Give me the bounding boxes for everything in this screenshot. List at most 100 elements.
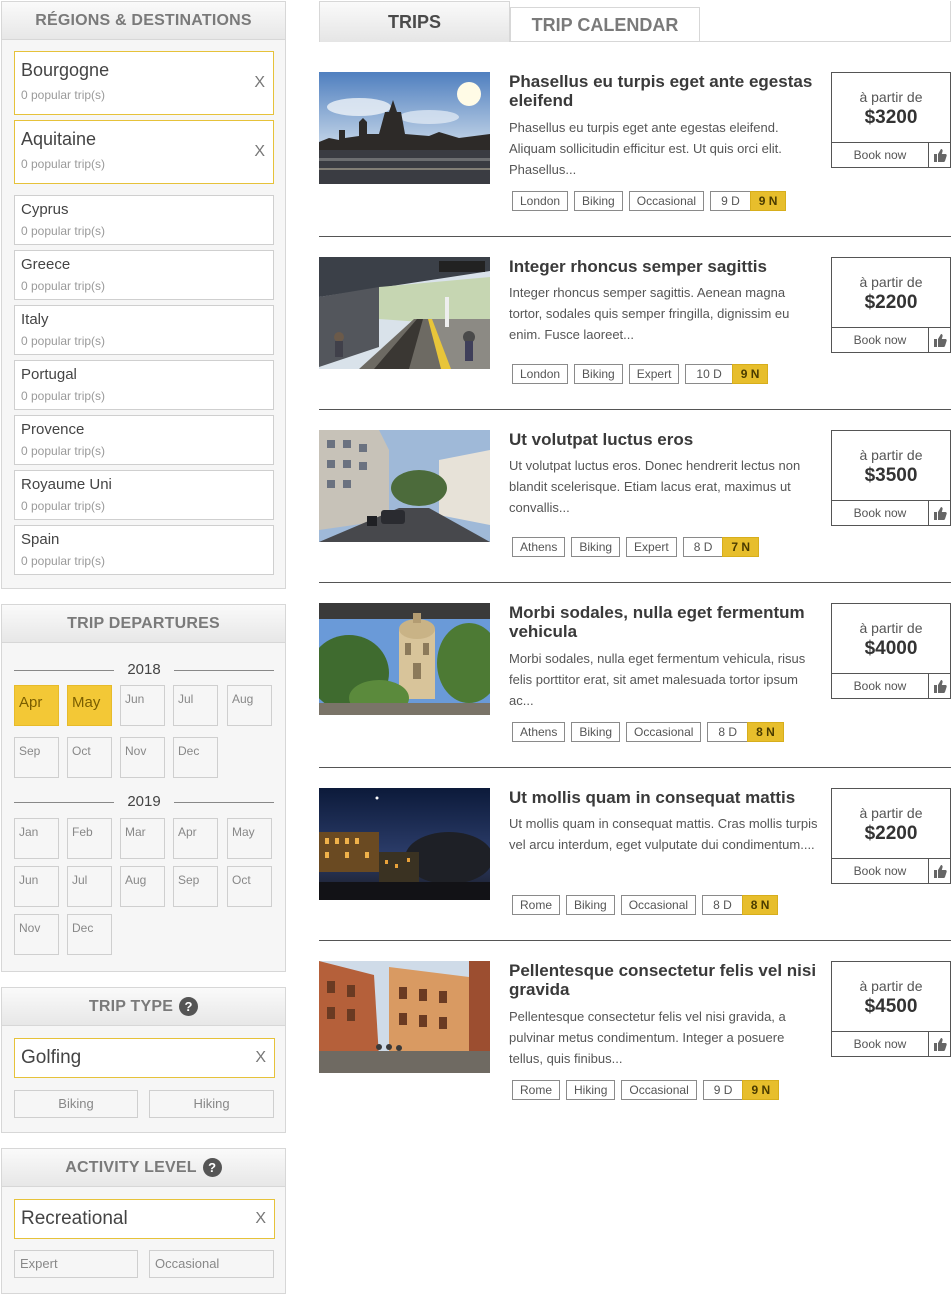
month-2018-aug[interactable]: Aug [227,685,272,726]
selected-trip-type[interactable]: Golfing X [14,1038,275,1078]
thumbs-up-icon[interactable] [928,328,950,352]
region-item-greece[interactable]: Greece 0 popular trip(s) [14,250,274,300]
trip-photo-athens-church[interactable] [319,603,490,715]
month-2018-sep[interactable]: Sep [14,737,59,778]
trip-photo-rome-piazza[interactable] [319,961,490,1073]
year-label: 2019 [121,793,167,810]
duration-nights: 9 N [742,1080,780,1100]
month-2019-jun[interactable]: Jun [14,866,59,907]
month-2019-jan[interactable]: Jan [14,818,59,859]
month-2018-dec[interactable]: Dec [173,737,218,778]
book-now-button[interactable]: Book now [832,1031,950,1056]
price-box: à partir de $3200 Book now [831,72,951,168]
duration-days: 8 D [702,895,742,915]
trip-card: Morbi sodales, nulla eget fermentum vehi… [319,603,951,768]
tab-trip-calendar[interactable]: TRIP CALENDAR [510,7,700,42]
thumbs-up-icon[interactable] [928,143,950,167]
trip-photo-london-thames[interactable] [319,72,490,184]
month-2019-aug[interactable]: Aug [120,866,165,907]
tag-city: Athens [512,537,566,557]
month-2018-apr[interactable]: Apr [14,685,59,726]
month-2019-feb[interactable]: Feb [67,818,112,859]
book-now-button[interactable]: Book now [832,673,950,698]
book-now-button[interactable]: Book now [832,500,950,525]
trip-title[interactable]: Pellentesque consectetur felis vel nisi … [509,961,819,999]
region-item-italy[interactable]: Italy 0 popular trip(s) [14,305,274,355]
trip-title[interactable]: Ut volutpat luctus eros [509,430,819,449]
tag-activity: Biking [571,537,621,557]
price-from-label: à partir de [859,274,923,290]
month-2019-jul[interactable]: Jul [67,866,112,907]
remove-trip-type-icon[interactable]: X [255,1049,266,1067]
tag-level: Occasional [621,1080,697,1100]
remove-activity-level-icon[interactable]: X [255,1210,266,1228]
trip-photo-train-station[interactable] [319,257,490,369]
activity-option-occasional[interactable]: Occasional [149,1250,274,1278]
thumbs-up-icon[interactable] [928,1032,950,1056]
selected-activity-level[interactable]: Recreational X [14,1199,275,1239]
month-2018-oct[interactable]: Oct [67,737,112,778]
remove-region-icon[interactable]: X [254,143,265,161]
month-2019-oct[interactable]: Oct [227,866,272,907]
month-2018-jul[interactable]: Jul [173,685,218,726]
trip-tags: Athens Biking Occasional 8 D 8 N [512,722,784,742]
regions-title: RÉGIONS & DESTINATIONS [2,2,285,40]
region-item-bourgogne[interactable]: Bourgogne 0 popular trip(s) X [14,51,274,115]
price-box: à partir de $2200 Book now [831,788,951,884]
price-amount: $4000 [864,638,918,659]
help-icon[interactable]: ? [179,997,199,1017]
thumbs-up-icon[interactable] [928,674,950,698]
price-box: à partir de $4000 Book now [831,603,951,699]
book-now-button[interactable]: Book now [832,858,950,883]
trip-photo-athens-street[interactable] [319,430,490,542]
trip-title[interactable]: Phasellus eu turpis eget ante egestas el… [509,72,819,110]
trip-title[interactable]: Integer rhoncus semper sagittis [509,257,819,276]
region-item-provence[interactable]: Provence 0 popular trip(s) [14,415,274,465]
tag-activity: Biking [566,895,615,915]
trip-duration: 8 D 8 N [707,722,784,742]
region-trip-count: 0 popular trip(s) [21,444,106,458]
month-2019-may[interactable]: May [227,818,272,859]
region-item-royaume-uni[interactable]: Royaume Uni 0 popular trip(s) [14,470,274,520]
tab-trips[interactable]: TRIPS [320,1,510,42]
region-item-cyprus[interactable]: Cyprus 0 popular trip(s) [14,195,274,245]
trip-card: Pellentesque consectetur felis vel nisi … [319,961,951,1111]
month-2019-dec[interactable]: Dec [67,914,112,955]
trip-card: Phasellus eu turpis eget ante egestas el… [319,72,951,237]
price-amount: $3200 [864,107,918,128]
month-2018-jun[interactable]: Jun [120,685,165,726]
trip-type-option-biking[interactable]: Biking [14,1090,138,1118]
region-item-spain[interactable]: Spain 0 popular trip(s) [14,525,274,575]
month-2019-sep[interactable]: Sep [173,866,218,907]
trip-separator [319,409,951,410]
month-2019-apr[interactable]: Apr [173,818,218,859]
help-icon[interactable]: ? [202,1158,222,1178]
year-divider-2019: 2019 [14,793,274,811]
book-now-button[interactable]: Book now [832,327,950,352]
tag-city: Rome [512,895,561,915]
trip-photo-rome-night[interactable] [319,788,490,900]
trip-separator [319,236,951,237]
book-now-label: Book now [853,679,907,693]
month-2019-nov[interactable]: Nov [14,914,59,955]
book-now-button[interactable]: Book now [832,142,950,167]
trip-title[interactable]: Morbi sodales, nulla eget fermentum vehi… [509,603,819,641]
activity-level-title: ACTIVITY LEVEL [65,1159,197,1176]
trip-type-option-hiking[interactable]: Hiking [149,1090,274,1118]
trip-duration: 8 D 8 N [702,895,779,915]
trip-title[interactable]: Ut mollis quam in consequat mattis [509,788,819,807]
month-2018-nov[interactable]: Nov [120,737,165,778]
activity-level-panel: ACTIVITY LEVEL? Recreational X Expert Oc… [1,1148,286,1294]
region-name: Provence [21,421,85,438]
month-2018-may[interactable]: May [67,685,112,726]
remove-region-icon[interactable]: X [254,74,265,92]
activity-option-expert[interactable]: Expert [14,1250,138,1278]
region-item-portugal[interactable]: Portugal 0 popular trip(s) [14,360,274,410]
thumbs-up-icon[interactable] [928,501,950,525]
thumbs-up-icon[interactable] [928,859,950,883]
month-2019-mar[interactable]: Mar [120,818,165,859]
region-item-aquitaine[interactable]: Aquitaine 0 popular trip(s) X [14,120,274,184]
tag-level: Occasional [628,191,705,211]
region-name: Greece [21,256,71,273]
tag-level: Expert [626,537,677,557]
